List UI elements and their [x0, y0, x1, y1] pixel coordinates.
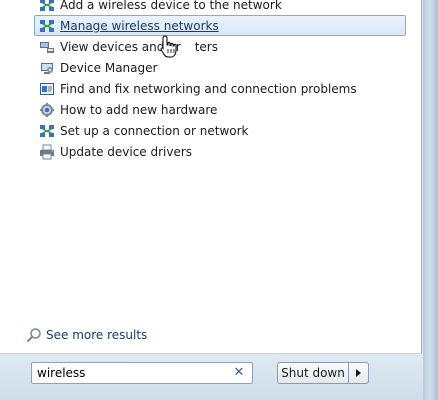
search-box[interactable]: ✕ — [31, 362, 253, 384]
shutdown-button[interactable]: Shut down — [277, 362, 349, 384]
arrow-right-icon — [356, 369, 361, 377]
help-gear-icon — [39, 102, 55, 118]
menu-frame-edge — [423, 0, 438, 400]
result-device-manager[interactable]: Device Manager — [34, 57, 406, 78]
result-update-device-drivers[interactable]: Update device drivers — [34, 141, 406, 162]
network-icon — [39, 123, 55, 139]
result-set-up-connection[interactable]: Set up a connection or network — [34, 120, 406, 141]
start-menu: Add a wireless device to the network Man… — [0, 0, 438, 400]
device-manager-icon — [39, 60, 55, 76]
printer-icon — [39, 144, 55, 160]
troubleshoot-icon — [39, 81, 55, 97]
see-more-results-link[interactable]: See more results — [26, 327, 147, 343]
result-label: Add a wireless device to the network — [60, 0, 282, 12]
shutdown-options-button[interactable] — [349, 362, 369, 384]
network-icon — [39, 0, 55, 13]
result-label: Device Manager — [60, 60, 158, 75]
results-list: Add a wireless device to the network Man… — [34, 0, 406, 162]
clear-icon[interactable]: ✕ — [232, 365, 246, 381]
shutdown-group: Shut down — [277, 362, 369, 384]
result-find-and-fix-networking[interactable]: Find and fix networking and connection p… — [34, 78, 406, 99]
result-label-tail: ters — [194, 39, 218, 54]
result-label: Set up a connection or network — [60, 123, 249, 138]
result-label: How to add new hardware — [60, 102, 218, 117]
search-input[interactable] — [37, 365, 227, 381]
search-icon — [26, 327, 42, 343]
result-view-devices-and-printers[interactable]: View devices and pr ters — [34, 36, 406, 57]
network-icon — [39, 18, 55, 34]
result-label: Manage wireless networks — [60, 18, 219, 33]
search-results-pane: Add a wireless device to the network Man… — [0, 0, 422, 354]
devices-icon — [39, 39, 55, 55]
see-more-results-label: See more results — [46, 328, 148, 342]
result-label: Find and fix networking and connection p… — [60, 81, 357, 96]
result-add-wireless-device[interactable]: Add a wireless device to the network — [34, 0, 406, 15]
result-how-to-add-new-hardware[interactable]: How to add new hardware — [34, 99, 406, 120]
hand-cursor-icon — [160, 35, 177, 58]
result-label: Update device drivers — [60, 144, 193, 159]
result-manage-wireless-networks[interactable]: Manage wireless networks — [34, 15, 406, 36]
